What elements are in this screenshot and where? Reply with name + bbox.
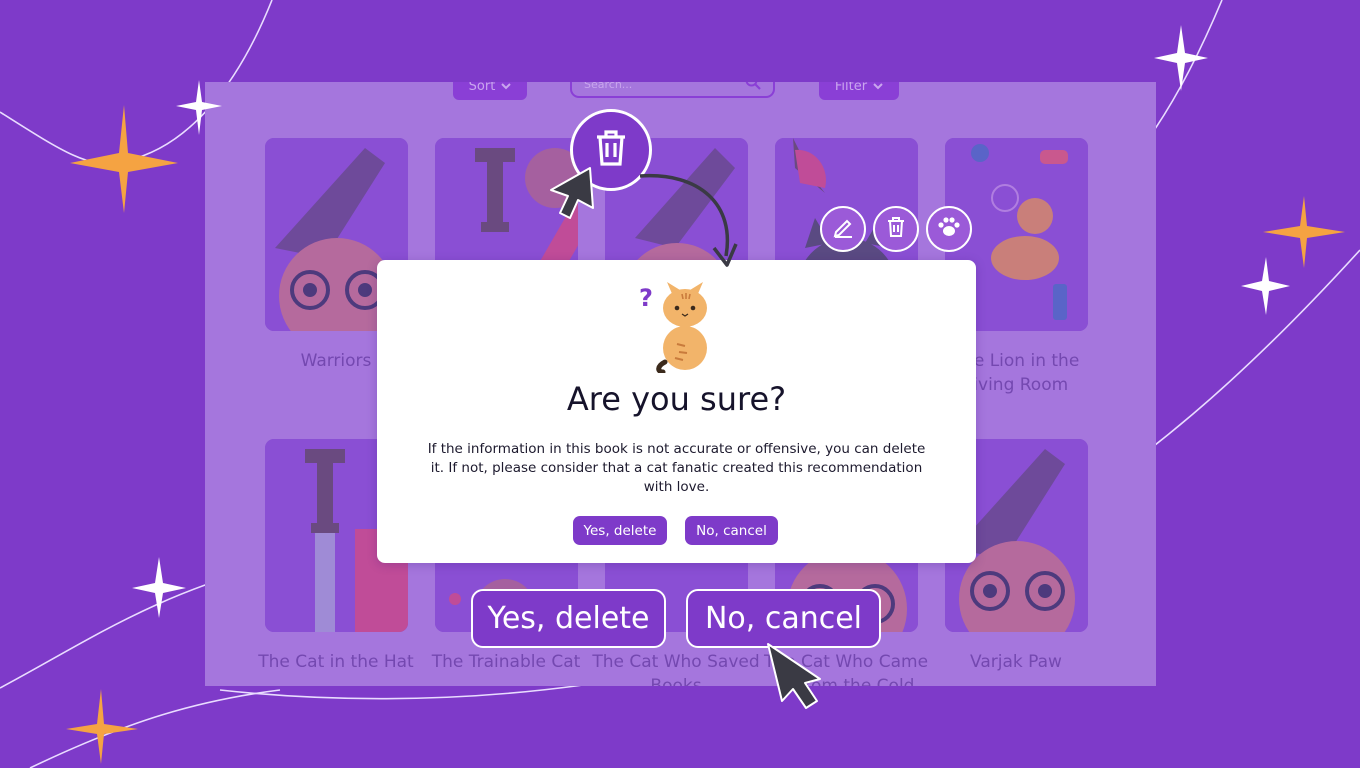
book-title: The Cat Who Came in from the Cold: [763, 652, 929, 686]
book-title: The Trainable Cat: [431, 652, 581, 672]
edit-book-button[interactable]: [820, 206, 866, 252]
sparkle-icon: [1154, 25, 1208, 91]
question-cat-illustration: ?: [635, 278, 715, 377]
card-action-buttons: [820, 206, 972, 252]
book-title: The Cat Who Saved Books: [592, 652, 760, 686]
pencil-icon: [832, 216, 854, 242]
trash-icon: [594, 129, 628, 171]
search-icon[interactable]: [745, 82, 761, 94]
svg-text:?: ?: [639, 284, 653, 312]
yes-delete-button[interactable]: Yes, delete: [573, 516, 667, 545]
sort-button[interactable]: Sort: [453, 82, 527, 100]
delete-confirmation-dialog: ? Are you sure? If the information in th…: [377, 260, 976, 563]
filter-label: Filter: [834, 82, 868, 94]
search-box[interactable]: [570, 82, 775, 98]
delete-button-callout[interactable]: [570, 109, 652, 191]
delete-book-button[interactable]: [873, 206, 919, 252]
sparkle-icon: [1241, 257, 1290, 315]
no-cancel-button-callout[interactable]: No, cancel: [686, 589, 881, 648]
decorative-wave-line: [29, 689, 281, 768]
sort-label: Sort: [468, 82, 496, 94]
chevron-down-icon: [873, 82, 883, 94]
yes-delete-button-callout[interactable]: Yes, delete: [471, 589, 666, 648]
book-title: The Cat in the Hat: [258, 652, 414, 672]
sparkle-icon: [132, 557, 186, 618]
paw-button[interactable]: [926, 206, 972, 252]
dialog-title: Are you sure?: [566, 380, 787, 418]
paw-icon: [936, 215, 962, 243]
book-title: Varjak Paw: [970, 652, 1062, 672]
search-input[interactable]: [584, 82, 734, 91]
sparkle-icon: [66, 689, 138, 764]
trash-icon: [886, 216, 906, 242]
chevron-down-icon: [501, 82, 512, 94]
sparkle-icon: [70, 105, 178, 213]
filter-button[interactable]: Filter: [819, 82, 899, 100]
dialog-message: If the information in this book is not a…: [427, 441, 926, 495]
no-cancel-button[interactable]: No, cancel: [685, 516, 778, 545]
sparkle-icon: [1263, 196, 1345, 268]
